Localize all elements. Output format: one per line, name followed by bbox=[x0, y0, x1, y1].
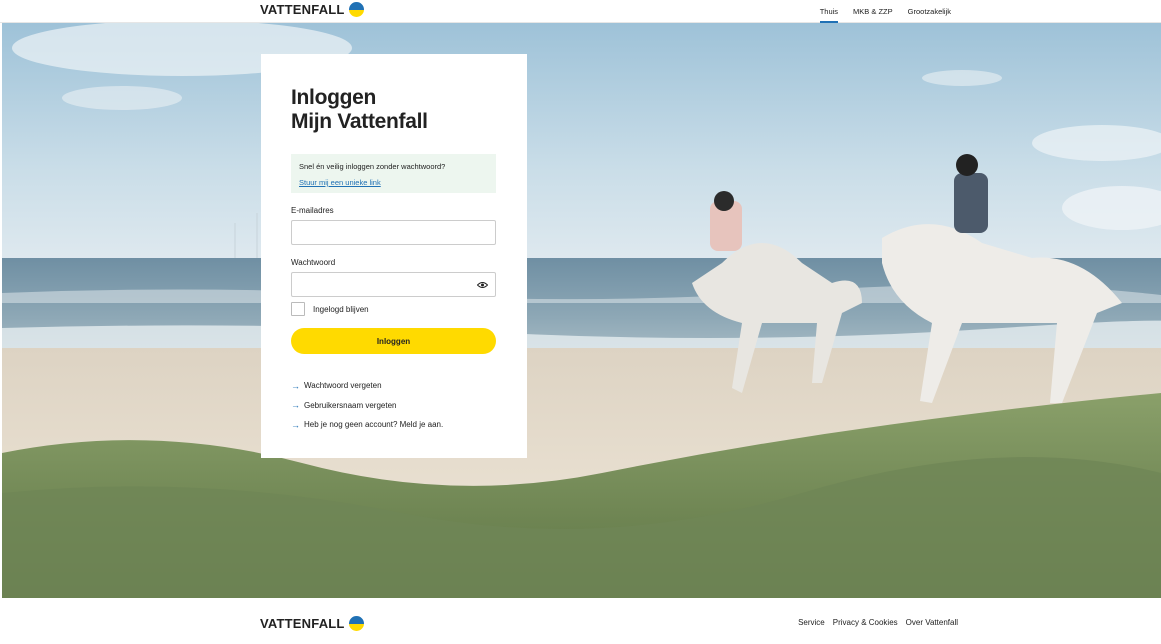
email-field[interactable] bbox=[291, 220, 496, 245]
footer-vattenfall-logo[interactable]: VATTENFALL bbox=[260, 616, 364, 631]
register-label: Heb je nog geen account? Meld je aan. bbox=[304, 420, 444, 430]
register-link[interactable]: → Heb je nog geen account? Meld je aan. bbox=[291, 415, 443, 435]
remember-me-checkbox[interactable] bbox=[291, 302, 305, 316]
login-card: Inloggen Mijn Vattenfall Snel én veilig … bbox=[261, 54, 527, 458]
arrow-right-icon: → bbox=[291, 400, 300, 411]
forgot-username-link[interactable]: → Gebruikersnaam vergeten bbox=[291, 396, 443, 416]
passwordless-notice: Snel én veilig inloggen zonder wachtwoor… bbox=[291, 154, 496, 193]
forgot-password-label: Wachtwoord vergeten bbox=[304, 381, 382, 391]
footer-link-service[interactable]: Service bbox=[798, 618, 825, 627]
magic-link[interactable]: Stuur mij een unieke link bbox=[299, 177, 381, 188]
nav-mkb-zzp[interactable]: MKB & ZZP bbox=[853, 0, 893, 23]
login-button[interactable]: Inloggen bbox=[291, 328, 496, 354]
logo-mark-icon bbox=[348, 2, 364, 17]
footer-nav: Service Privacy & Cookies Over Vattenfal… bbox=[798, 618, 958, 627]
show-password-eye-icon[interactable] bbox=[477, 281, 488, 289]
remember-me-label: Ingelogd blijven bbox=[313, 304, 369, 314]
footer-logo-wordmark: VATTENFALL bbox=[260, 616, 345, 631]
title-line-2: Mijn Vattenfall bbox=[291, 110, 428, 133]
logo-wordmark: VATTENFALL bbox=[260, 2, 345, 17]
beach-horses-illustration bbox=[2, 23, 1161, 598]
segment-nav: Thuis MKB & ZZP Grootzakelijk bbox=[819, 0, 951, 23]
site-header: VATTENFALL Thuis MKB & ZZP Grootzakelijk bbox=[0, 0, 1161, 23]
arrow-right-icon: → bbox=[291, 380, 300, 391]
logo-mark-icon bbox=[348, 616, 364, 631]
remember-me[interactable]: Ingelogd blijven bbox=[291, 302, 369, 316]
nav-grootzakelijk[interactable]: Grootzakelijk bbox=[908, 0, 951, 23]
forgot-username-label: Gebruikersnaam vergeten bbox=[304, 400, 397, 410]
notice-text: Snel én veilig inloggen zonder wachtwoor… bbox=[299, 162, 446, 171]
email-label: E-mailadres bbox=[291, 206, 334, 215]
page-title: Inloggen Mijn Vattenfall bbox=[291, 86, 428, 134]
footer-link-privacy[interactable]: Privacy & Cookies bbox=[833, 618, 898, 627]
help-links: → Wachtwoord vergeten → Gebruikersnaam v… bbox=[291, 376, 443, 435]
nav-thuis[interactable]: Thuis bbox=[819, 0, 839, 23]
title-line-1: Inloggen bbox=[291, 86, 377, 109]
vattenfall-logo[interactable]: VATTENFALL bbox=[260, 2, 364, 17]
footer-link-over[interactable]: Over Vattenfall bbox=[906, 618, 958, 627]
password-field[interactable] bbox=[291, 272, 496, 297]
site-footer: VATTENFALL Service Privacy & Cookies Ove… bbox=[0, 598, 1161, 644]
arrow-right-icon: → bbox=[291, 419, 300, 430]
password-label: Wachtwoord bbox=[291, 258, 336, 267]
forgot-password-link[interactable]: → Wachtwoord vergeten bbox=[291, 376, 443, 396]
hero-background-image bbox=[2, 23, 1161, 598]
